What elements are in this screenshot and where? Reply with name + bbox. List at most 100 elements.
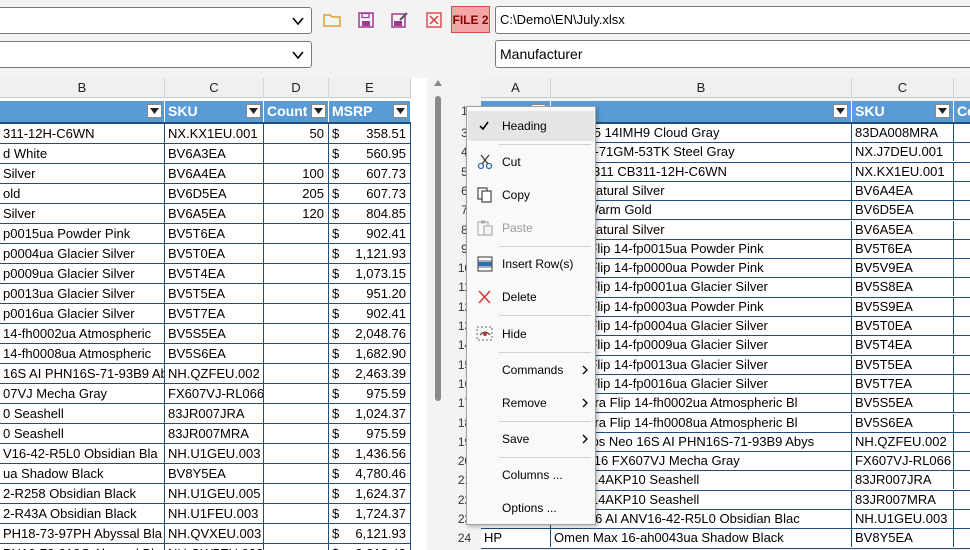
table-cell[interactable]: ook 5 Flip 14-fp0013ua Glacier Silver (551, 355, 852, 374)
table-cell[interactable]: ook 5 Flip 14-fp0016ua Glacier Silver (551, 374, 852, 393)
menu-item-options[interactable]: Options ... (468, 493, 594, 523)
table-cell[interactable]: PH16-73-918G Abyssal Bla (0, 544, 165, 550)
table-cell[interactable]: 50 (264, 124, 329, 143)
table-cell[interactable]: NH.U1FEU.003 (165, 504, 264, 523)
table-cell[interactable]: $ (329, 364, 349, 383)
table-cell[interactable] (264, 364, 329, 383)
table-cell[interactable]: BV6A4EA (852, 181, 954, 200)
table-cell[interactable]: 1,073.15 (349, 264, 411, 283)
table-cell[interactable]: $ (329, 504, 349, 523)
table-cell[interactable]: 560.95 (349, 144, 411, 163)
table-cell[interactable]: 975.59 (349, 424, 411, 443)
table-cell[interactable]: $ (329, 304, 349, 323)
table-cell[interactable] (264, 504, 329, 523)
column-letter[interactable]: A (481, 78, 551, 98)
table-cell[interactable]: BV5S8EA (852, 278, 954, 297)
table-cell[interactable]: 975.59 (349, 384, 411, 403)
table-cell[interactable]: 14-fh0008ua Atmospheric (0, 344, 165, 363)
table-cell[interactable]: 47ua Natural Silver (551, 181, 852, 200)
table-cell[interactable]: $ (329, 204, 349, 223)
table-cell[interactable]: PH18-73-97PH Abyssal Bla (0, 524, 165, 543)
table-cell[interactable]: 16 A16-71GM-53TK Steel Gray (551, 143, 852, 162)
file-2-badge[interactable]: FILE 2 (451, 6, 490, 33)
table-cell[interactable]: NH.U1GEU.003 (165, 444, 264, 463)
table-cell[interactable]: BV5T7EA (165, 304, 264, 323)
table-cell[interactable]: $ (329, 124, 349, 143)
table-cell[interactable]: $ (329, 424, 349, 443)
table-cell[interactable]: ua Shadow Black (0, 464, 165, 483)
table-cell[interactable]: 2-in-1 14AKP10 Seashell (551, 471, 852, 490)
table-cell[interactable]: 83DA008MRA (852, 124, 954, 142)
table-cell[interactable] (264, 344, 329, 363)
menu-item-insert-rows[interactable]: Insert Row(s) (468, 249, 594, 279)
table-cell[interactable]: NX.J7DEU.001 (852, 143, 954, 162)
table-cell[interactable]: old (0, 184, 165, 203)
menu-item-cut[interactable]: Cut (468, 147, 594, 177)
table-cell[interactable]: 07VJ Mecha Gray (0, 384, 165, 403)
table-cell[interactable]: p0013ua Glacier Silver (0, 284, 165, 303)
table-cell[interactable]: 1,682.90 (349, 344, 411, 363)
filter-dropdown-button[interactable] (246, 104, 261, 118)
table-cell[interactable]: 951.20 (349, 284, 411, 303)
table-cell[interactable] (264, 384, 329, 403)
table-cell[interactable]: 48ua Warm Gold (551, 201, 852, 220)
table-cell[interactable]: ook 5 Flip 14-fp0001ua Glacier Silver (551, 278, 852, 297)
table-cell[interactable]: $ (329, 464, 349, 483)
menu-item-save[interactable]: Save (468, 424, 594, 454)
table-cell[interactable] (264, 244, 329, 263)
table-cell[interactable]: 83JR007JRA (852, 471, 954, 490)
table-cell[interactable]: p0009ua Glacier Silver (0, 264, 165, 283)
save-button[interactable] (353, 7, 379, 33)
table-cell[interactable]: BV5S6EA (165, 344, 264, 363)
filter-dropdown-button[interactable] (393, 104, 408, 118)
table-cell[interactable]: $ (329, 284, 349, 303)
menu-item-remove[interactable]: Remove (468, 388, 594, 418)
table-cell[interactable]: NH.QW5EU.003 (165, 544, 264, 550)
header-cell[interactable]: Model (551, 101, 852, 122)
table-cell[interactable]: ebook 311 CB311-12H-C6WN (551, 162, 852, 181)
table-cell[interactable]: itro V 16 AI ANV16-42-R5L0 Obsidian Blac (551, 510, 852, 528)
menu-item-heading[interactable]: Heading (468, 111, 594, 141)
column-letter[interactable]: C (165, 78, 264, 98)
table-cell[interactable]: 2,813.43 (349, 544, 411, 550)
table-cell[interactable]: $ (329, 184, 349, 203)
table-cell[interactable]: 2-R43A Obsidian Black (0, 504, 165, 523)
table-cell[interactable]: NX.KX1EU.001 (165, 124, 264, 143)
table-cell[interactable] (264, 264, 329, 283)
table-cell[interactable]: 902.41 (349, 304, 411, 323)
table-cell[interactable]: NX.KX1EU.001 (852, 162, 954, 181)
column-letter[interactable]: B (0, 78, 165, 98)
table-cell[interactable]: BV5T6EA (165, 224, 264, 243)
left-spreadsheet[interactable]: B C D E SKU Count MSRP 311-12H-C6WN NX.KX… (0, 78, 427, 550)
table-cell[interactable] (264, 284, 329, 303)
table-cell[interactable]: BV5S6EA (852, 413, 954, 432)
table-cell[interactable]: $ (329, 444, 349, 463)
table-cell[interactable]: BV5T5EA (165, 284, 264, 303)
table-cell[interactable] (264, 444, 329, 463)
table-cell[interactable]: 2-in-1 14AKP10 Seashell (551, 490, 852, 509)
table-cell[interactable]: FX607VJ-RL066 (852, 452, 954, 471)
table-cell[interactable]: BV5S5EA (165, 324, 264, 343)
table-cell[interactable]: $ (329, 524, 349, 543)
table-cell[interactable]: FX607VJ-RL066 (165, 384, 264, 403)
menu-item-paste[interactable]: Paste (468, 213, 594, 243)
filter-dropdown-button[interactable] (147, 104, 162, 118)
table-cell[interactable]: ook 5 Flip 14-fp0004ua Glacier Silver (551, 317, 852, 335)
table-cell[interactable]: BV8Y5EA (852, 529, 954, 548)
table-cell[interactable]: 83JR007MRA (852, 490, 954, 509)
table-cell[interactable]: 0 Seashell (0, 424, 165, 443)
menu-item-copy[interactable]: Copy (468, 180, 594, 210)
table-cell[interactable]: 1,024.37 (349, 404, 411, 423)
table-cell[interactable]: NH.QZFEU.002 (165, 364, 264, 383)
table-cell[interactable]: HP (481, 529, 551, 548)
table-cell[interactable]: BV5T7EA (852, 374, 954, 393)
table-cell[interactable]: $ (329, 484, 349, 503)
table-cell[interactable]: 1,624.37 (349, 484, 411, 503)
table-cell[interactable]: BV6D5EA (165, 184, 264, 203)
menu-item-commands[interactable]: Commands (468, 355, 594, 385)
scrollbar-thumb[interactable] (435, 96, 441, 401)
filter-column-field[interactable]: Manufacturer (495, 40, 970, 68)
table-cell[interactable]: ook 5 Flip 14-fp0003ua Powder Pink (551, 297, 852, 316)
header-cell[interactable] (0, 101, 165, 122)
table-cell[interactable] (264, 544, 329, 550)
